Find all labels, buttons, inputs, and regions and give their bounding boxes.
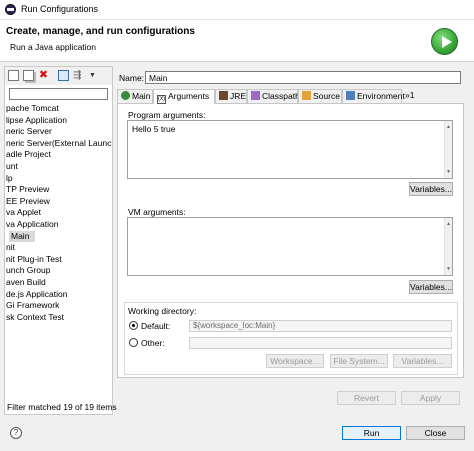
vm-arguments-textarea[interactable]: [127, 217, 453, 276]
default-radio[interactable]: [129, 321, 138, 330]
vm-arguments-scrollbar[interactable]: [444, 218, 452, 275]
tree-toolbar: ✖ ⇶ ▼: [5, 67, 112, 85]
tree-item[interactable]: neric Server(External Launch): [5, 138, 112, 149]
close-button[interactable]: Close: [406, 426, 465, 440]
jre-icon: [219, 91, 228, 100]
view-menu-chevron-down-icon[interactable]: ▼: [89, 70, 97, 81]
tree-item[interactable]: nit: [5, 242, 112, 253]
tab-environment[interactable]: Environment: [342, 89, 405, 103]
eclipse-logo-icon: [5, 4, 16, 15]
tab-arguments[interactable]: (x) Arguments: [153, 89, 215, 104]
tree-item-selected[interactable]: Main: [9, 230, 35, 242]
tab-classpath[interactable]: Classpath: [247, 89, 300, 103]
workspace-button[interactable]: Workspace...: [266, 354, 324, 368]
tab-main[interactable]: Main: [117, 89, 153, 103]
tab-source[interactable]: Source: [298, 89, 342, 103]
new-configuration-icon[interactable]: [8, 70, 19, 81]
default-label: Default:: [141, 321, 171, 331]
filter-input[interactable]: [9, 88, 108, 100]
help-icon[interactable]: ?: [10, 427, 22, 439]
name-input[interactable]: [145, 71, 461, 84]
tree-item[interactable]: EE Preview: [5, 196, 112, 207]
other-radio[interactable]: [129, 338, 138, 347]
tree-item[interactable]: va Applet: [5, 207, 112, 218]
configuration-tree-panel: ✖ ⇶ ▼ pache Tomcat lipse Application neric…: [4, 66, 117, 415]
tree-item[interactable]: neric Server: [5, 126, 112, 137]
default-directory-field: ${workspace_loc:Main}: [189, 320, 452, 332]
program-arguments-scrollbar[interactable]: [444, 121, 452, 178]
tree-item[interactable]: lp: [5, 173, 112, 184]
header-title: Create, manage, and run configurations: [6, 26, 195, 37]
classpath-icon: [251, 91, 260, 100]
other-label: Other:: [141, 338, 165, 348]
duplicate-configuration-icon[interactable]: [23, 70, 34, 81]
apply-button[interactable]: Apply: [401, 391, 460, 405]
tree-item[interactable]: pache Tomcat: [5, 103, 112, 114]
tree-item[interactable]: sk Context Test: [5, 312, 112, 323]
window-title: Run Configurations: [21, 4, 99, 14]
tree-item[interactable]: TP Preview: [5, 184, 112, 195]
tree-item[interactable]: adle Project: [5, 149, 112, 160]
java-class-icon: [121, 91, 130, 100]
vm-arguments-label: VM arguments:: [128, 207, 186, 217]
config-tabs: Main (x) Arguments JRE Classpath Source E…: [117, 89, 464, 104]
program-arguments-textarea[interactable]: Hello 5 true: [127, 120, 453, 179]
working-directory-group: Working directory: Default: ${workspace_…: [124, 302, 458, 375]
tree-item[interactable]: unt: [5, 161, 112, 172]
tree-item[interactable]: nit Plug-in Test: [5, 254, 112, 265]
run-button[interactable]: Run: [342, 426, 401, 440]
file-system-button[interactable]: File System...: [330, 354, 388, 368]
workdir-variables-button[interactable]: Variables...: [393, 354, 452, 368]
dialog-header: Create, manage, and run configurations R…: [0, 20, 474, 62]
other-directory-field: [189, 337, 452, 349]
program-arguments-value: Hello 5 true: [132, 124, 176, 134]
tree-item[interactable]: unch Group: [5, 265, 112, 276]
tree-item[interactable]: lipse Application: [5, 115, 112, 126]
filter-status: Filter matched 19 of 19 items: [7, 402, 117, 412]
tree-item[interactable]: Gi Framework: [5, 300, 112, 311]
configuration-tree: pache Tomcat lipse Application neric Serve…: [5, 103, 112, 393]
filter-configurations-icon[interactable]: ⇶: [73, 70, 84, 81]
tree-item[interactable]: aven Build: [5, 277, 112, 288]
arguments-icon: (x): [157, 95, 166, 104]
environment-icon: [346, 91, 355, 100]
delete-configuration-icon[interactable]: ✖: [38, 70, 49, 81]
tree-item[interactable]: va Application: [5, 219, 112, 230]
arguments-panel: Program arguments: Hello 5 true Variable…: [117, 103, 464, 378]
program-arguments-label: Program arguments:: [128, 110, 206, 120]
tab-jre[interactable]: JRE: [215, 89, 247, 103]
title-bar: Run Configurations: [0, 0, 474, 20]
name-label: Name:: [119, 73, 145, 83]
revert-button[interactable]: Revert: [337, 391, 396, 405]
tree-item[interactable]: de.js Application: [5, 289, 112, 300]
run-launch-icon: [431, 28, 458, 55]
program-variables-button[interactable]: Variables...: [409, 182, 453, 196]
source-icon: [302, 91, 311, 100]
collapse-all-icon[interactable]: [58, 70, 69, 81]
vm-variables-button[interactable]: Variables...: [409, 280, 453, 294]
header-subtitle: Run a Java application: [10, 42, 97, 52]
working-directory-label: Working directory:: [128, 306, 197, 316]
tab-overflow[interactable]: »1: [402, 89, 420, 103]
